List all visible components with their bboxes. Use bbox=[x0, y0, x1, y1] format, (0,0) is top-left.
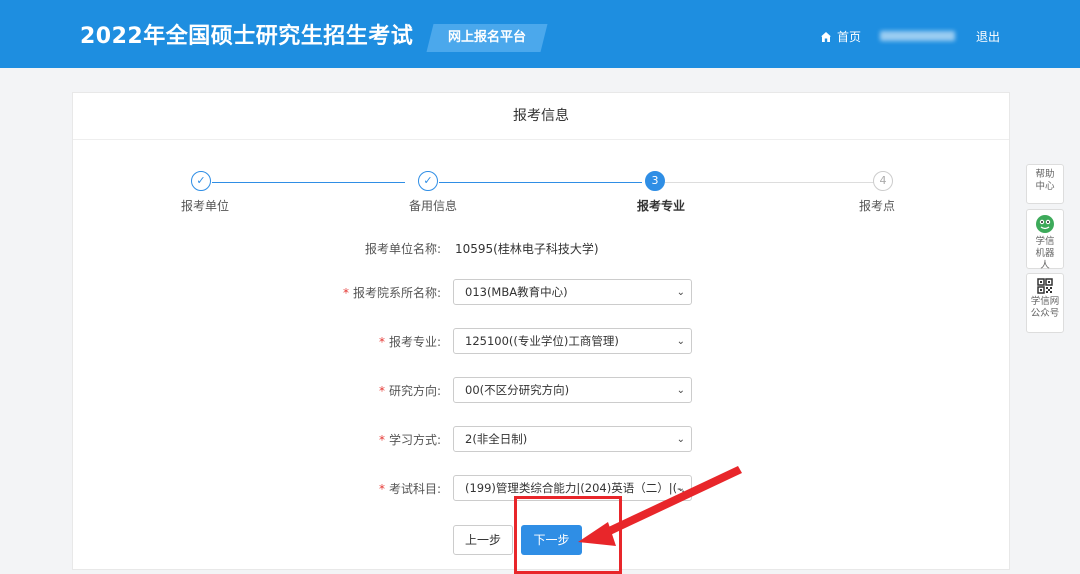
robot-avatar-icon bbox=[1036, 215, 1054, 233]
home-link[interactable]: 首页 bbox=[820, 28, 861, 45]
qr-widget[interactable]: 学信网公众号 bbox=[1026, 273, 1064, 333]
step-connector bbox=[212, 182, 405, 183]
prev-step-button[interactable]: 上一步 bbox=[453, 525, 513, 555]
direction-label: * 研究方向: bbox=[378, 384, 441, 398]
platform-badge: 网上报名平台 bbox=[426, 24, 548, 52]
step-1-check-icon: ✓ bbox=[191, 171, 211, 191]
step-connector bbox=[439, 182, 642, 183]
department-select[interactable]: 013(MBA教育中心) ⌄ bbox=[453, 279, 692, 305]
subjects-select[interactable]: (199)管理类综合能力|(204)英语（二）|(-... ⌄ bbox=[453, 475, 692, 501]
robot-widget[interactable]: 学信机器人 bbox=[1026, 209, 1064, 271]
home-icon bbox=[821, 31, 831, 42]
step-connector bbox=[665, 182, 874, 183]
top-header: 2022年全国硕士研究生招生考试 网上报名平台 首页 退出 bbox=[0, 0, 1080, 68]
form-row-study-mode: * 学习方式: 2(非全日制) ⌄ bbox=[73, 426, 1011, 452]
progress-stepper: ✓ ✓ 3 4 报考单位 备用信息 报考专业 报考点 bbox=[73, 171, 1011, 213]
department-label: * 报考院系所名称: bbox=[342, 286, 441, 300]
help-center-widget[interactable]: 帮助中心 bbox=[1026, 164, 1064, 204]
step-4-label: 报考点 bbox=[858, 199, 896, 213]
chevron-down-icon: ⌄ bbox=[676, 287, 685, 298]
major-select[interactable]: 125100((专业学位)工商管理) ⌄ bbox=[453, 328, 692, 354]
platform-label: 网上报名平台 bbox=[447, 30, 526, 45]
subjects-label: * 考试科目: bbox=[378, 482, 441, 496]
study-mode-label: * 学习方式: bbox=[378, 433, 441, 447]
chevron-down-icon: ⌄ bbox=[676, 385, 685, 396]
form-row-department: * 报考院系所名称: 013(MBA教育中心) ⌄ bbox=[73, 279, 1011, 305]
chevron-down-icon: ⌄ bbox=[676, 336, 685, 347]
chevron-down-icon: ⌄ bbox=[676, 434, 685, 445]
direction-select[interactable]: 00(不区分研究方向) ⌄ bbox=[453, 377, 692, 403]
form-card: 报考信息 ✓ ✓ 3 4 报考单位 备用信息 报考专业 报考点 报考单位名称: … bbox=[72, 92, 1010, 570]
major-label: * 报考专业: bbox=[378, 335, 441, 349]
step-2-check-icon: ✓ bbox=[418, 171, 438, 191]
app-title: 2022年全国硕士研究生招生考试 bbox=[80, 24, 414, 49]
logout-link[interactable]: 退出 bbox=[976, 28, 1000, 45]
form-row-subjects: * 考试科目: (199)管理类综合能力|(204)英语（二）|(-... ⌄ bbox=[73, 475, 1011, 501]
study-mode-select[interactable]: 2(非全日制) ⌄ bbox=[453, 426, 692, 452]
step-3-indicator: 3 bbox=[645, 171, 665, 191]
chevron-down-icon: ⌄ bbox=[676, 483, 685, 494]
robot-label: 学信机器人 bbox=[1035, 236, 1055, 271]
form-row-major: * 报考专业: 125100((专业学位)工商管理) ⌄ bbox=[73, 328, 1011, 354]
step-3-label: 报考专业 bbox=[636, 199, 686, 213]
help-center-label: 帮助中心 bbox=[1035, 169, 1055, 192]
unit-label: 报考单位名称: bbox=[364, 242, 441, 256]
unit-value: 10595(桂林电子科技大学) bbox=[455, 242, 599, 256]
form-row-unit: 报考单位名称: 10595(桂林电子科技大学) bbox=[73, 235, 1011, 261]
next-step-button[interactable]: 下一步 bbox=[521, 525, 582, 555]
step-1-label: 报考单位 bbox=[180, 199, 230, 213]
qr-label: 学信网公众号 bbox=[1030, 296, 1060, 319]
username-redacted bbox=[880, 31, 955, 41]
card-title: 报考信息 bbox=[73, 93, 1009, 140]
step-4-indicator: 4 bbox=[873, 171, 893, 191]
step-2-label: 备用信息 bbox=[408, 199, 458, 213]
qr-code-icon bbox=[1037, 278, 1053, 294]
home-label: 首页 bbox=[837, 30, 862, 44]
form-row-direction: * 研究方向: 00(不区分研究方向) ⌄ bbox=[73, 377, 1011, 403]
